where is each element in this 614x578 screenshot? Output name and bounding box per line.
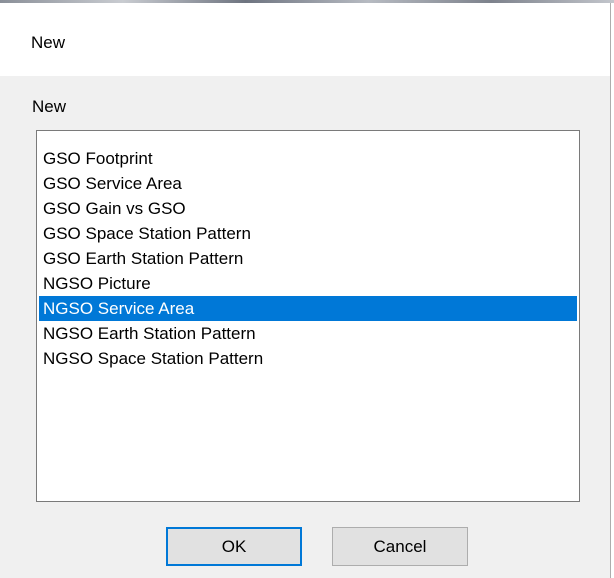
- item-type-listbox[interactable]: GSO Footprint GSO Service Area GSO Gain …: [36, 130, 580, 502]
- list-item-gso-footprint[interactable]: GSO Footprint: [39, 146, 577, 171]
- list-item-gso-gain-vs-gso[interactable]: GSO Gain vs GSO: [39, 196, 577, 221]
- ok-button[interactable]: OK: [166, 527, 302, 566]
- dialog-title: New: [31, 33, 66, 52]
- list-item-gso-space-station-pattern[interactable]: GSO Space Station Pattern: [39, 221, 577, 246]
- list-item-gso-earth-station-pattern[interactable]: GSO Earth Station Pattern: [39, 246, 577, 271]
- list-item-ngso-service-area[interactable]: NGSO Service Area: [39, 296, 577, 321]
- list-item-ngso-earth-station-pattern[interactable]: NGSO Earth Station Pattern: [39, 321, 577, 346]
- list-label: New: [32, 97, 67, 116]
- new-dialog: New New GSO Footprint GSO Service Area G…: [0, 3, 611, 578]
- list-item-ngso-picture[interactable]: NGSO Picture: [39, 271, 577, 296]
- list-item-gso-service-area[interactable]: GSO Service Area: [39, 171, 577, 196]
- cancel-button[interactable]: Cancel: [332, 527, 468, 566]
- dialog-titlebar: New: [0, 3, 610, 76]
- list-item-ngso-space-station-pattern[interactable]: NGSO Space Station Pattern: [39, 346, 577, 371]
